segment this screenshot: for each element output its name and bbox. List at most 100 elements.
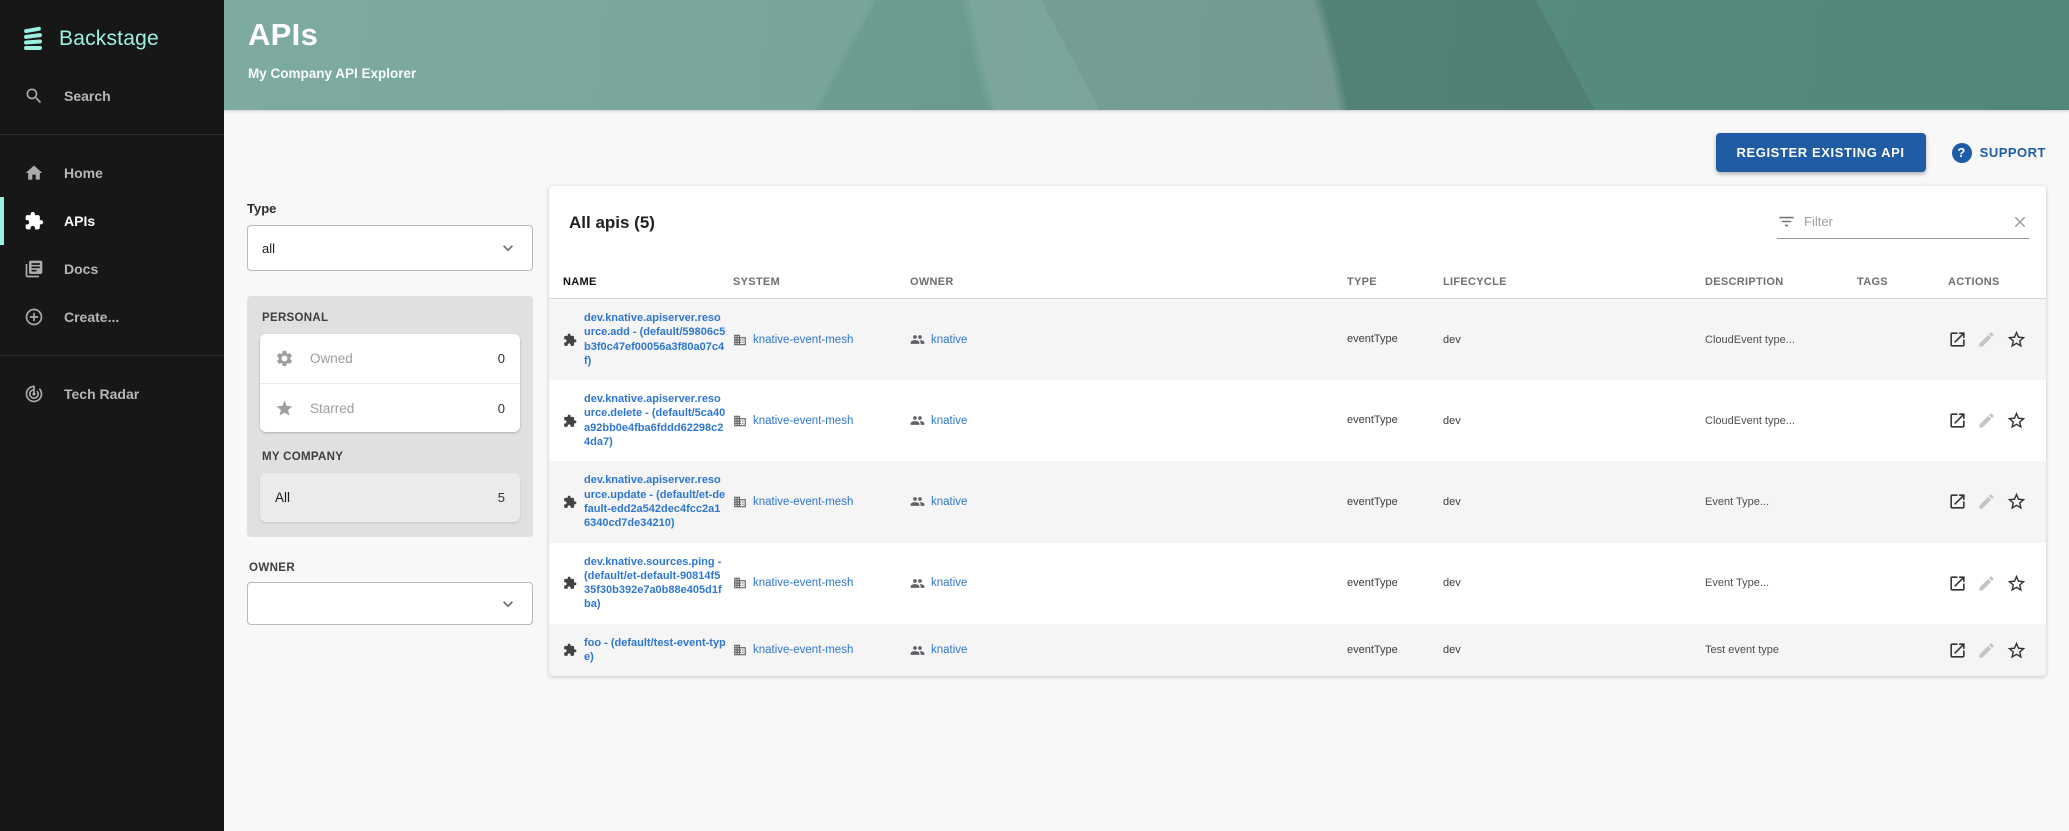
sidebar-item-apis[interactable]: APIs bbox=[0, 197, 224, 245]
actions-cell bbox=[1948, 410, 2032, 431]
lifecycle-cell: dev bbox=[1443, 644, 1705, 656]
api-name-link[interactable]: dev.knative.sources.ping - (default/et-d… bbox=[584, 555, 726, 612]
open-in-new-icon[interactable] bbox=[1948, 641, 1967, 660]
type-cell: eventType bbox=[1347, 495, 1443, 510]
open-in-new-icon[interactable] bbox=[1948, 411, 1967, 430]
group-icon bbox=[910, 413, 925, 428]
edit-icon[interactable] bbox=[1977, 330, 1996, 349]
edit-icon[interactable] bbox=[1977, 411, 1996, 430]
name-cell: foo - (default/test-event-type) bbox=[563, 636, 733, 665]
group-icon bbox=[910, 332, 925, 347]
system-link[interactable]: knative-event-mesh bbox=[753, 577, 853, 589]
system-cell: knative-event-mesh bbox=[733, 495, 910, 509]
column-header-tags[interactable]: TAGS bbox=[1857, 276, 1948, 288]
column-header-system[interactable]: SYSTEM bbox=[733, 276, 910, 288]
lifecycle-cell: dev bbox=[1443, 415, 1705, 427]
name-cell: dev.knative.sources.ping - (default/et-d… bbox=[563, 555, 733, 612]
open-in-new-icon[interactable] bbox=[1948, 574, 1967, 593]
description-cell: Event Type... bbox=[1705, 577, 1857, 589]
owner-link[interactable]: knative bbox=[931, 415, 967, 427]
sidebar-item-docs[interactable]: Docs bbox=[0, 245, 224, 293]
sidebar-item-label: Tech Radar bbox=[64, 386, 139, 402]
sidebar-item-create[interactable]: Create... bbox=[0, 293, 224, 341]
column-header-owner[interactable]: OWNER bbox=[910, 276, 1347, 288]
open-in-new-icon[interactable] bbox=[1948, 330, 1967, 349]
star-outline-icon[interactable] bbox=[2006, 491, 2027, 512]
table-header-row: NAME SYSTEM OWNER TYPE LIFECYCLE DESCRIP… bbox=[549, 265, 2046, 299]
support-label: SUPPORT bbox=[1980, 145, 2046, 160]
description-cell: CloudEvent type... bbox=[1705, 415, 1857, 427]
building-icon bbox=[733, 643, 747, 657]
api-name-link[interactable]: dev.knative.apiserver.resource.add - (de… bbox=[584, 311, 726, 368]
type-cell: eventType bbox=[1347, 576, 1443, 591]
type-select-value: all bbox=[262, 241, 275, 256]
api-name-link[interactable]: dev.knative.apiserver.resource.update - … bbox=[584, 473, 726, 530]
table-row: dev.knative.apiserver.resource.update - … bbox=[549, 461, 2046, 542]
all-label: All bbox=[275, 490, 290, 505]
system-link[interactable]: knative-event-mesh bbox=[753, 496, 853, 508]
api-name-link[interactable]: foo - (default/test-event-type) bbox=[584, 636, 726, 665]
actions-cell bbox=[1948, 491, 2032, 512]
actions-cell bbox=[1948, 640, 2032, 661]
filter-all[interactable]: All 5 bbox=[260, 473, 520, 522]
owner-link[interactable]: knative bbox=[931, 496, 967, 508]
lifecycle-cell: dev bbox=[1443, 496, 1705, 508]
edit-icon[interactable] bbox=[1977, 492, 1996, 511]
radar-icon bbox=[24, 384, 44, 404]
star-outline-icon[interactable] bbox=[2006, 573, 2027, 594]
clear-icon[interactable] bbox=[2011, 213, 2029, 231]
building-icon bbox=[733, 333, 747, 347]
actions-cell bbox=[1948, 573, 2032, 594]
owner-select[interactable] bbox=[247, 582, 533, 625]
column-header-description[interactable]: DESCRIPTION bbox=[1705, 276, 1857, 288]
edit-icon[interactable] bbox=[1977, 641, 1996, 660]
system-link[interactable]: knative-event-mesh bbox=[753, 644, 853, 656]
register-existing-api-button[interactable]: REGISTER EXISTING API bbox=[1716, 133, 1926, 172]
column-header-lifecycle[interactable]: LIFECYCLE bbox=[1443, 276, 1705, 288]
system-link[interactable]: knative-event-mesh bbox=[753, 334, 853, 346]
column-header-name[interactable]: NAME bbox=[563, 276, 733, 288]
api-name-link[interactable]: dev.knative.apiserver.resource.delete - … bbox=[584, 392, 726, 449]
column-header-type[interactable]: TYPE bbox=[1347, 276, 1443, 288]
sidebar: Backstage Search Home APIs Docs Create..… bbox=[0, 0, 224, 831]
edit-icon[interactable] bbox=[1977, 574, 1996, 593]
open-in-new-icon[interactable] bbox=[1948, 492, 1967, 511]
name-cell: dev.knative.apiserver.resource.update - … bbox=[563, 473, 733, 530]
owner-link[interactable]: knative bbox=[931, 577, 967, 589]
starred-count: 0 bbox=[498, 401, 505, 416]
star-outline-icon[interactable] bbox=[2006, 410, 2027, 431]
sidebar-item-tech-radar[interactable]: Tech Radar bbox=[0, 370, 224, 418]
lifecycle-cell: dev bbox=[1443, 577, 1705, 589]
puzzle-icon bbox=[563, 495, 577, 509]
backstage-logo[interactable]: Backstage bbox=[0, 0, 224, 60]
gear-icon bbox=[275, 349, 294, 368]
owner-link[interactable]: knative bbox=[931, 334, 967, 346]
puzzle-icon bbox=[563, 643, 577, 657]
owner-link[interactable]: knative bbox=[931, 644, 967, 656]
logo-text: Backstage bbox=[59, 27, 159, 51]
table-body: dev.knative.apiserver.resource.add - (de… bbox=[549, 299, 2046, 676]
filter-starred[interactable]: Starred 0 bbox=[260, 383, 520, 432]
table-row: dev.knative.sources.ping - (default/et-d… bbox=[549, 543, 2046, 624]
owner-cell: knative bbox=[910, 413, 1347, 428]
sidebar-item-search[interactable]: Search bbox=[0, 72, 224, 120]
owned-count: 0 bbox=[498, 351, 505, 366]
filter-list-icon bbox=[1777, 212, 1796, 231]
my-company-section-label: MY COMPANY bbox=[262, 451, 518, 463]
table-filter-input[interactable] bbox=[1804, 214, 2003, 229]
sidebar-item-label: Home bbox=[64, 165, 103, 181]
support-button[interactable]: ? SUPPORT bbox=[1952, 143, 2046, 163]
star-outline-icon[interactable] bbox=[2006, 329, 2027, 350]
owner-cell: knative bbox=[910, 494, 1347, 509]
group-icon bbox=[910, 494, 925, 509]
help-icon: ? bbox=[1952, 143, 1972, 163]
puzzle-icon bbox=[563, 333, 577, 347]
filter-owned[interactable]: Owned 0 bbox=[260, 334, 520, 383]
table-title: All apis (5) bbox=[569, 213, 655, 233]
page-subtitle: My Company API Explorer bbox=[248, 66, 2069, 81]
system-link[interactable]: knative-event-mesh bbox=[753, 415, 853, 427]
sidebar-item-home[interactable]: Home bbox=[0, 149, 224, 197]
type-select[interactable]: all bbox=[247, 225, 533, 271]
docs-icon bbox=[24, 259, 44, 279]
star-outline-icon[interactable] bbox=[2006, 640, 2027, 661]
